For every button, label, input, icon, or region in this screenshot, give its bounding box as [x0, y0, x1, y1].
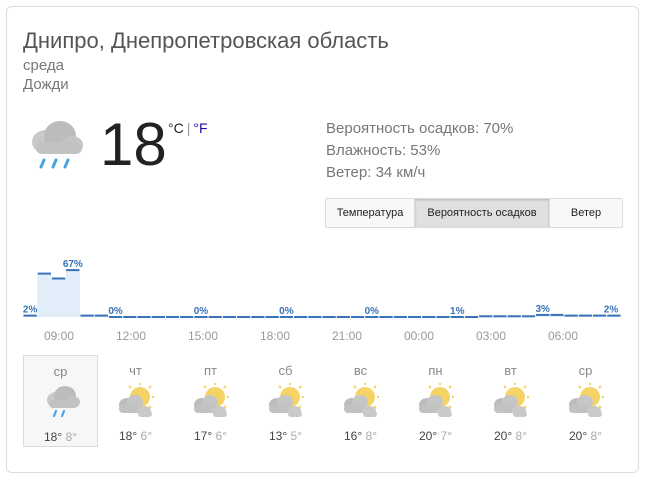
chart-tabs: Температура Вероятность осадков Ветер: [325, 198, 623, 228]
degree-symbol: °: [132, 429, 138, 443]
partly-cloudy-icon: [416, 383, 456, 419]
forecast-temps: 16° 8°: [323, 429, 398, 443]
x-tick-label: 00:00: [404, 329, 434, 343]
precipitation-chart: 2% 67% 0% 0% 0% 0% 1% 3% 2%: [23, 259, 621, 318]
degree-symbol: °: [57, 430, 63, 444]
degree-symbol: °: [522, 429, 527, 443]
tab-precipitation[interactable]: Вероятность осадков: [415, 199, 550, 227]
rain-cloud-icon: [32, 121, 83, 169]
forecast-day-name: вс: [353, 363, 368, 378]
unit-toggle: °C | °F: [168, 120, 208, 136]
precip-label: 0%: [365, 306, 380, 317]
precip-label: 3%: [535, 304, 550, 315]
forecast-day[interactable]: ср 18° 8°: [23, 355, 98, 447]
x-tick-label: 09:00: [44, 329, 74, 343]
forecast-day[interactable]: пт 17° 6°: [173, 355, 248, 447]
current-day: среда: [23, 57, 64, 74]
partly-cloudy-icon: [341, 383, 381, 419]
forecast-day[interactable]: вс 16° 8°: [323, 355, 398, 447]
weather-details: Вероятность осадков: 70% Влажность: 53% …: [326, 118, 513, 184]
forecast-high: 20: [418, 429, 433, 443]
partly-cloudy-icon: [266, 383, 306, 419]
x-tick-label: 12:00: [116, 329, 146, 343]
forecast-high: 17: [193, 429, 208, 443]
degree-symbol: °: [147, 429, 152, 443]
forecast-day[interactable]: чт 18° 6°: [98, 355, 173, 447]
precip-label: 2%: [604, 305, 619, 316]
daily-forecast: ср 18° 8° чт 18° 6° пт 17° 6° сб 13° 5° …: [23, 355, 623, 447]
degree-symbol: °: [507, 429, 513, 443]
precip-label: 67%: [63, 259, 83, 270]
degree-symbol: °: [222, 429, 227, 443]
degree-symbol: °: [207, 429, 213, 443]
forecast-day[interactable]: сб 13° 5°: [248, 355, 323, 447]
degree-symbol: °: [372, 429, 377, 443]
humidity: Влажность: 53%: [326, 142, 441, 159]
forecast-temps: 20° 8°: [473, 429, 548, 443]
precip-label: 0%: [279, 306, 294, 317]
forecast-high: 16: [343, 429, 358, 443]
tab-wind[interactable]: Ветер: [550, 199, 622, 227]
degree-symbol: °: [282, 429, 288, 443]
degree-symbol: °: [582, 429, 588, 443]
current-temperature: 18: [100, 111, 167, 178]
tab-temperature[interactable]: Температура: [326, 199, 415, 227]
degree-symbol: °: [357, 429, 363, 443]
forecast-high: 18: [118, 429, 133, 443]
x-tick-label: 06:00: [548, 329, 578, 343]
forecast-high: 18: [43, 430, 58, 444]
forecast-day[interactable]: ср 20° 8°: [548, 355, 623, 447]
forecast-day-name: ср: [53, 364, 68, 379]
precip-label: 2%: [23, 305, 38, 316]
rain-cloud-icon: [42, 384, 82, 420]
precip-label: 0%: [194, 306, 209, 317]
degree-symbol: °: [297, 429, 302, 443]
precip-probability: Вероятность осадков: 70%: [326, 120, 514, 137]
x-tick-label: 18:00: [260, 329, 290, 343]
forecast-temps: 17° 6°: [173, 429, 248, 443]
chart-x-axis: 09:00 12:00 15:00 18:00 21:00 00:00 03:00 06:00: [44, 329, 578, 343]
x-tick-label: 15:00: [188, 329, 218, 343]
degree-symbol: °: [447, 429, 452, 443]
forecast-day-name: чт: [129, 363, 142, 378]
wind-speed: Ветер: 34 км/ч: [326, 164, 426, 181]
location-title: Днипро, Днепропетровская область: [23, 28, 389, 53]
fahrenheit-unit[interactable]: °F: [193, 120, 207, 136]
precip-label: 1%: [450, 306, 465, 317]
partly-cloudy-icon: [116, 383, 156, 419]
unit-separator: |: [186, 120, 191, 136]
celsius-unit[interactable]: °C: [168, 120, 184, 136]
forecast-temps: 13° 5°: [248, 429, 323, 443]
precip-label: 0%: [108, 306, 123, 317]
forecast-day-name: ср: [578, 363, 593, 378]
x-tick-label: 21:00: [332, 329, 362, 343]
degree-symbol: °: [597, 429, 602, 443]
partly-cloudy-icon: [566, 383, 606, 419]
partly-cloudy-icon: [191, 383, 231, 419]
current-condition: Дожди: [23, 76, 69, 93]
x-tick-label: 03:00: [476, 329, 506, 343]
degree-symbol: °: [72, 430, 77, 444]
forecast-day-name: сб: [278, 363, 293, 378]
forecast-day[interactable]: пн 20° 7°: [398, 355, 473, 447]
degree-symbol: °: [432, 429, 438, 443]
forecast-high: 13: [268, 429, 283, 443]
forecast-day-name: вт: [504, 363, 517, 378]
forecast-temps: 20° 8°: [548, 429, 623, 443]
forecast-temps: 18° 6°: [98, 429, 173, 443]
forecast-high: 20: [493, 429, 508, 443]
forecast-day-name: пн: [428, 363, 443, 378]
forecast-day[interactable]: вт 20° 8°: [473, 355, 548, 447]
forecast-day-name: пт: [204, 363, 217, 378]
forecast-temps: 18° 8°: [24, 430, 97, 444]
forecast-temps: 20° 7°: [398, 429, 473, 443]
forecast-high: 20: [568, 429, 583, 443]
partly-cloudy-icon: [491, 383, 531, 419]
